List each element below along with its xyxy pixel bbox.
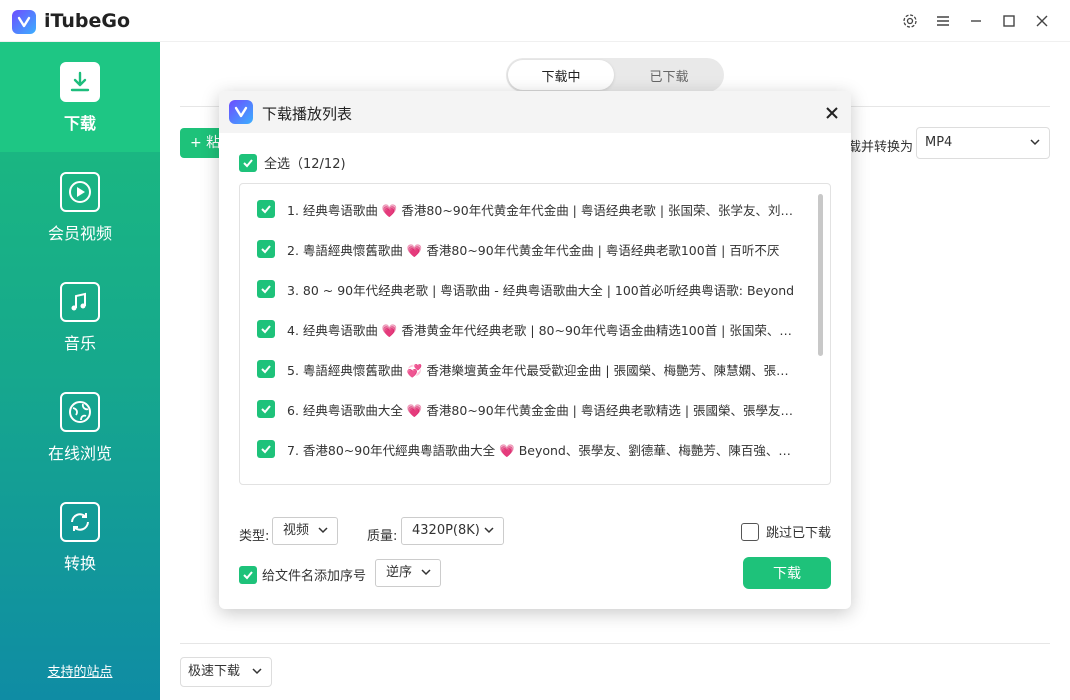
- order-select[interactable]: 逆序: [375, 559, 441, 587]
- checkbox-checked-icon[interactable]: [257, 360, 275, 378]
- list-item[interactable]: 5. 粵語經典懷舊歌曲 💞 香港樂壇黃金年代最受歡迎金曲 | 張國榮、梅艷芳、陳…: [240, 349, 818, 389]
- checkbox-checked-icon: [239, 565, 257, 584]
- checkbox-checked-icon[interactable]: [257, 400, 275, 418]
- select-all-label: 全选（12/12): [264, 157, 346, 172]
- play-icon: [60, 172, 100, 212]
- list-item[interactable]: 2. 粵語經典懷舊歌曲 💗 香港80~90年代黄金年代金曲 | 粤语经典老歌10…: [240, 229, 818, 269]
- download-icon: [60, 62, 100, 102]
- app-logo-icon: [12, 10, 36, 34]
- type-select[interactable]: 视频: [272, 517, 338, 545]
- skip-downloaded-checkbox[interactable]: 跳过已下载: [741, 522, 831, 541]
- globe-icon: [60, 392, 100, 432]
- app-title: iTubeGo: [44, 10, 131, 32]
- chevron-down-icon: [420, 560, 432, 596]
- item-title: 1. 经典粤语歌曲 💗 香港80~90年代黄金年代金曲 | 粤语经典老歌 | 张…: [287, 202, 797, 218]
- title-bar: iTubeGo: [0, 0, 1070, 42]
- item-title: 7. 香港80~90年代經典粵語歌曲大全 💗 Beyond、張學友、劉德華、梅艷…: [287, 442, 797, 458]
- sidebar-item-label: 会员视频: [47, 224, 112, 243]
- checkbox-unchecked-icon: [741, 522, 759, 541]
- maximize-icon[interactable]: [997, 9, 1021, 33]
- speed-value: 极速下载: [188, 664, 241, 679]
- chevron-down-icon: [1029, 128, 1041, 170]
- list-item[interactable]: 7. 香港80~90年代經典粵語歌曲大全 💗 Beyond、張學友、劉德華、梅艷…: [240, 429, 818, 469]
- sidebar-item-member-video[interactable]: 会员视频: [0, 152, 160, 262]
- skip-downloaded-label: 跳过已下载: [766, 526, 832, 541]
- checkbox-checked-icon: [239, 153, 257, 172]
- checkbox-checked-icon[interactable]: [257, 440, 275, 458]
- order-value: 逆序: [386, 565, 413, 580]
- sidebar-item-download[interactable]: 下载: [0, 42, 160, 152]
- sidebar-item-music[interactable]: 音乐: [0, 262, 160, 372]
- scrollbar-thumb[interactable]: [818, 194, 823, 356]
- item-title: 4. 经典粤语歌曲 💗 香港黄金年代经典老歌 | 80~90年代粤语金曲精选10…: [287, 322, 797, 338]
- sidebar-item-convert[interactable]: 转换: [0, 482, 160, 592]
- chevron-down-icon: [483, 518, 495, 554]
- item-title: 5. 粵語經典懷舊歌曲 💞 香港樂壇黃金年代最受歡迎金曲 | 張國榮、梅艷芳、陳…: [287, 362, 797, 378]
- download-tabs: 下载中 已下载: [506, 58, 724, 92]
- format-select[interactable]: MP4: [916, 127, 1050, 159]
- checkbox-checked-icon[interactable]: [257, 240, 275, 258]
- sidebar-item-label: 音乐: [63, 334, 96, 353]
- select-all-checkbox[interactable]: 全选（12/12): [239, 153, 346, 172]
- supported-sites-link[interactable]: 支持的站点: [0, 661, 160, 680]
- playlist-list: 1. 经典粤语歌曲 💗 香港80~90年代黄金年代金曲 | 粤语经典老歌 | 张…: [239, 183, 831, 485]
- speed-select[interactable]: 极速下载: [180, 657, 272, 687]
- list-item[interactable]: 6. 经典粤语歌曲大全 💗 香港80~90年代黄金金曲 | 粤语经典老歌精选 |…: [240, 389, 818, 429]
- add-numbering-checkbox[interactable]: 给文件名添加序号: [239, 565, 366, 584]
- sidebar-item-label: 转换: [63, 554, 96, 573]
- close-window-icon[interactable]: [1030, 9, 1054, 33]
- sidebar: 下载 会员视频 音乐 在线浏览 转换 支持的站点: [0, 42, 160, 700]
- chevron-down-icon: [317, 518, 329, 554]
- item-title: 3. 80 ~ 90年代经典老歌 | 粤语歌曲 - 经典粤语歌曲大全 | 100…: [287, 282, 795, 298]
- list-item[interactable]: 4. 经典粤语歌曲 💗 香港黄金年代经典老歌 | 80~90年代粤语金曲精选10…: [240, 309, 818, 349]
- download-playlist-dialog: 下载播放列表 全选（12/12) 1. 经典粤语歌曲 💗 香港80~90年代黄金…: [219, 91, 851, 609]
- quality-label: 质量:: [367, 529, 398, 544]
- sidebar-item-label: 下载: [63, 114, 96, 133]
- minimize-icon[interactable]: [964, 9, 988, 33]
- format-value: MP4: [925, 135, 953, 150]
- checkbox-checked-icon[interactable]: [257, 200, 275, 218]
- type-value: 视频: [283, 523, 310, 538]
- sidebar-item-browse[interactable]: 在线浏览: [0, 372, 160, 482]
- checkbox-checked-icon[interactable]: [257, 320, 275, 338]
- convert-icon: [60, 502, 100, 542]
- download-button[interactable]: 下载: [743, 557, 831, 589]
- sidebar-item-label: 在线浏览: [47, 444, 112, 463]
- convert-label: 载并转换为: [848, 140, 914, 155]
- dialog-title: 下载播放列表: [262, 105, 353, 123]
- tab-downloading[interactable]: 下载中: [508, 60, 614, 90]
- dialog-header: 下载播放列表: [219, 91, 851, 133]
- checkbox-checked-icon[interactable]: [257, 280, 275, 298]
- type-label: 类型:: [239, 529, 270, 544]
- add-numbering-label: 给文件名添加序号: [262, 569, 367, 584]
- item-title: 6. 经典粤语歌曲大全 💗 香港80~90年代黄金金曲 | 粤语经典老歌精选 |…: [287, 402, 797, 418]
- tab-downloaded[interactable]: 已下载: [616, 60, 722, 90]
- settings-icon[interactable]: [898, 9, 922, 33]
- close-icon[interactable]: [821, 102, 843, 124]
- menu-icon[interactable]: [931, 9, 955, 33]
- quality-select[interactable]: 4320P(8K): [401, 517, 504, 545]
- chevron-down-icon: [251, 658, 263, 697]
- item-title: 2. 粵語經典懷舊歌曲 💗 香港80~90年代黄金年代金曲 | 粤语经典老歌10…: [287, 242, 780, 258]
- music-icon: [60, 282, 100, 322]
- list-item[interactable]: 1. 经典粤语歌曲 💗 香港80~90年代黄金年代金曲 | 粤语经典老歌 | 张…: [240, 189, 818, 229]
- quality-value: 4320P(8K): [412, 523, 480, 538]
- divider: [180, 643, 1050, 644]
- list-item[interactable]: 3. 80 ~ 90年代经典老歌 | 粤语歌曲 - 经典粤语歌曲大全 | 100…: [240, 269, 818, 309]
- app-logo-icon: [229, 100, 253, 124]
